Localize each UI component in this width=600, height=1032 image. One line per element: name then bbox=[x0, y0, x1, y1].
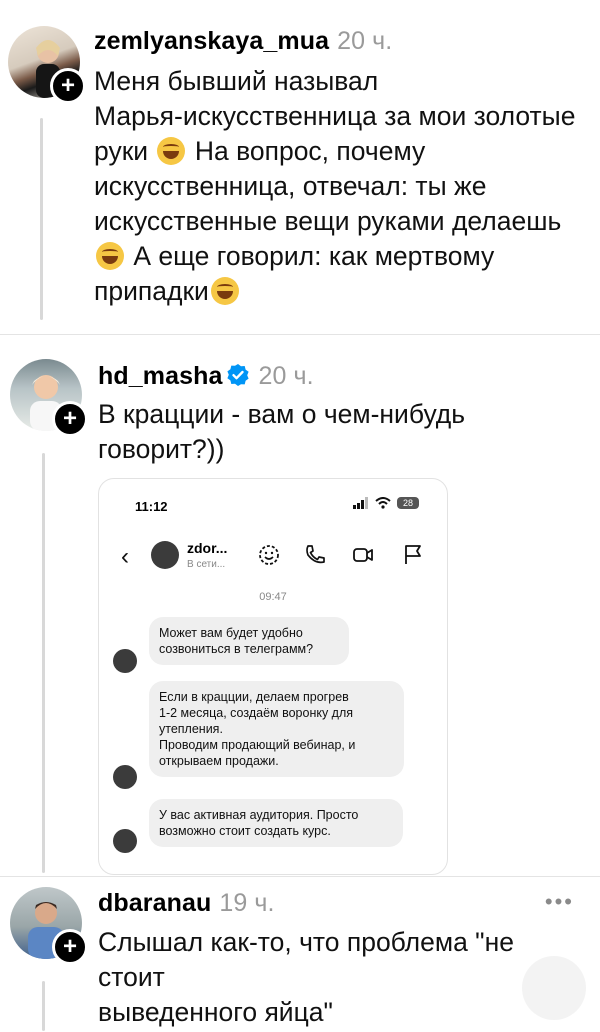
avatar-dbaranau[interactable]: + bbox=[10, 887, 88, 965]
chat-name[interactable]: zdor... bbox=[187, 540, 227, 556]
video-camera-icon[interactable] bbox=[351, 543, 375, 567]
avatar-zemlyanskaya[interactable]: + bbox=[8, 26, 86, 104]
signal-icon bbox=[353, 497, 368, 509]
text-line: В крацции - вам о чем-нибудь bbox=[98, 399, 466, 429]
post-username[interactable]: zemlyanskaya_mua 20 ч. bbox=[94, 27, 392, 56]
chat-timestamp: 09:47 bbox=[259, 591, 287, 603]
post-text: Слышал как-то, что проблема "не стоит вы… bbox=[98, 925, 588, 1030]
text-line: припадки bbox=[94, 274, 594, 309]
follow-plus-icon[interactable]: + bbox=[52, 929, 88, 965]
message-line: утепления. bbox=[159, 722, 223, 736]
post-time: 20 ч. bbox=[337, 27, 393, 55]
status-time: 11:12 bbox=[135, 499, 168, 514]
post-username[interactable]: hd_masha 20 ч. bbox=[98, 362, 314, 391]
follow-plus-icon[interactable]: + bbox=[50, 68, 86, 104]
message-bubble: Если в крацции, делаем прогрев 1-2 месяц… bbox=[149, 681, 404, 777]
message-avatar bbox=[113, 829, 137, 853]
message-line: Если в крацции, делаем прогрев bbox=[159, 690, 349, 704]
back-chevron-icon[interactable]: ‹ bbox=[121, 543, 129, 571]
thread-line bbox=[42, 981, 45, 1031]
flag-icon[interactable] bbox=[401, 543, 425, 567]
message-line: Проводим продающий вебинар, и bbox=[159, 738, 356, 752]
message-avatar bbox=[113, 649, 137, 673]
grinning-emoji-icon bbox=[210, 277, 239, 305]
text-line: Марья-искусственница за мои золотые bbox=[94, 101, 576, 131]
grinning-emoji-icon bbox=[157, 137, 186, 165]
message-bubble: У вас активная аудитория. Просто возможн… bbox=[149, 799, 403, 847]
post-time: 20 ч. bbox=[258, 362, 314, 390]
username-text[interactable]: hd_masha bbox=[98, 362, 222, 390]
follow-plus-icon[interactable]: + bbox=[52, 401, 88, 437]
post-text: В крацции - вам о чем-нибудь говорит?)) bbox=[98, 397, 588, 467]
username-text[interactable]: zemlyanskaya_mua bbox=[94, 27, 329, 55]
wifi-icon bbox=[375, 497, 391, 509]
text-line: руки На вопрос, почему bbox=[94, 136, 426, 166]
status-icons: 28 bbox=[353, 497, 419, 509]
more-options-icon[interactable]: ••• bbox=[545, 889, 574, 915]
text-line: искусственные вещи руками делаешь bbox=[94, 206, 562, 236]
message-avatar bbox=[113, 765, 137, 789]
chat-header: ‹ zdor... В сети... bbox=[99, 537, 447, 577]
message-line: У вас активная аудитория. Просто bbox=[159, 808, 359, 822]
phone-icon[interactable] bbox=[303, 543, 327, 567]
message-bubble: Может вам будет удобно созвониться в тел… bbox=[149, 617, 349, 665]
battery-icon: 28 bbox=[397, 497, 419, 509]
chat-avatar[interactable] bbox=[151, 541, 179, 569]
text-line: Меня бывший называл bbox=[94, 66, 379, 96]
username-text[interactable]: dbaranau bbox=[98, 889, 211, 917]
text-line: выведенного яйца" bbox=[98, 997, 333, 1027]
comment-post-1: + zemlyanskaya_mua 20 ч. Меня бывший назы… bbox=[0, 0, 600, 334]
thread-line bbox=[42, 453, 45, 873]
message-line: Может вам будет удобно bbox=[159, 626, 303, 640]
sticker-smile-icon[interactable] bbox=[257, 543, 281, 567]
attached-screenshot[interactable]: 11:12 28 ‹ zdor... В сети... 09:47 Может… bbox=[98, 478, 448, 875]
message-line: 1-2 месяца, создаём воронку для bbox=[159, 706, 354, 720]
post-text: Меня бывший называл Марья-искусственница… bbox=[94, 64, 594, 309]
message-line: открываем продажи. bbox=[159, 754, 279, 768]
comment-post-3: + dbaranau 19 ч. ••• Слышал как-то, что п… bbox=[0, 877, 600, 1032]
text-line: Слышал как-то, что проблема "не стоит bbox=[98, 927, 514, 992]
text-line: искусственница, отвечал: ты же bbox=[94, 171, 487, 201]
verified-badge-icon bbox=[227, 364, 250, 386]
message-line: возможно стоит создать курс. bbox=[159, 824, 331, 838]
chat-status: В сети... bbox=[187, 559, 226, 570]
post-time: 19 ч. bbox=[219, 889, 275, 917]
thread-line bbox=[40, 118, 43, 320]
avatar-hd-masha[interactable]: + bbox=[10, 359, 88, 437]
message-line: созвониться в телеграмм? bbox=[159, 642, 314, 656]
watermark-logo-icon bbox=[522, 956, 586, 1020]
post-username[interactable]: dbaranau 19 ч. bbox=[98, 889, 275, 918]
sweat-smile-emoji-icon bbox=[96, 242, 124, 270]
text-line: говорит?)) bbox=[98, 434, 225, 464]
text-line: А еще говорил: как мертвому bbox=[94, 239, 594, 274]
